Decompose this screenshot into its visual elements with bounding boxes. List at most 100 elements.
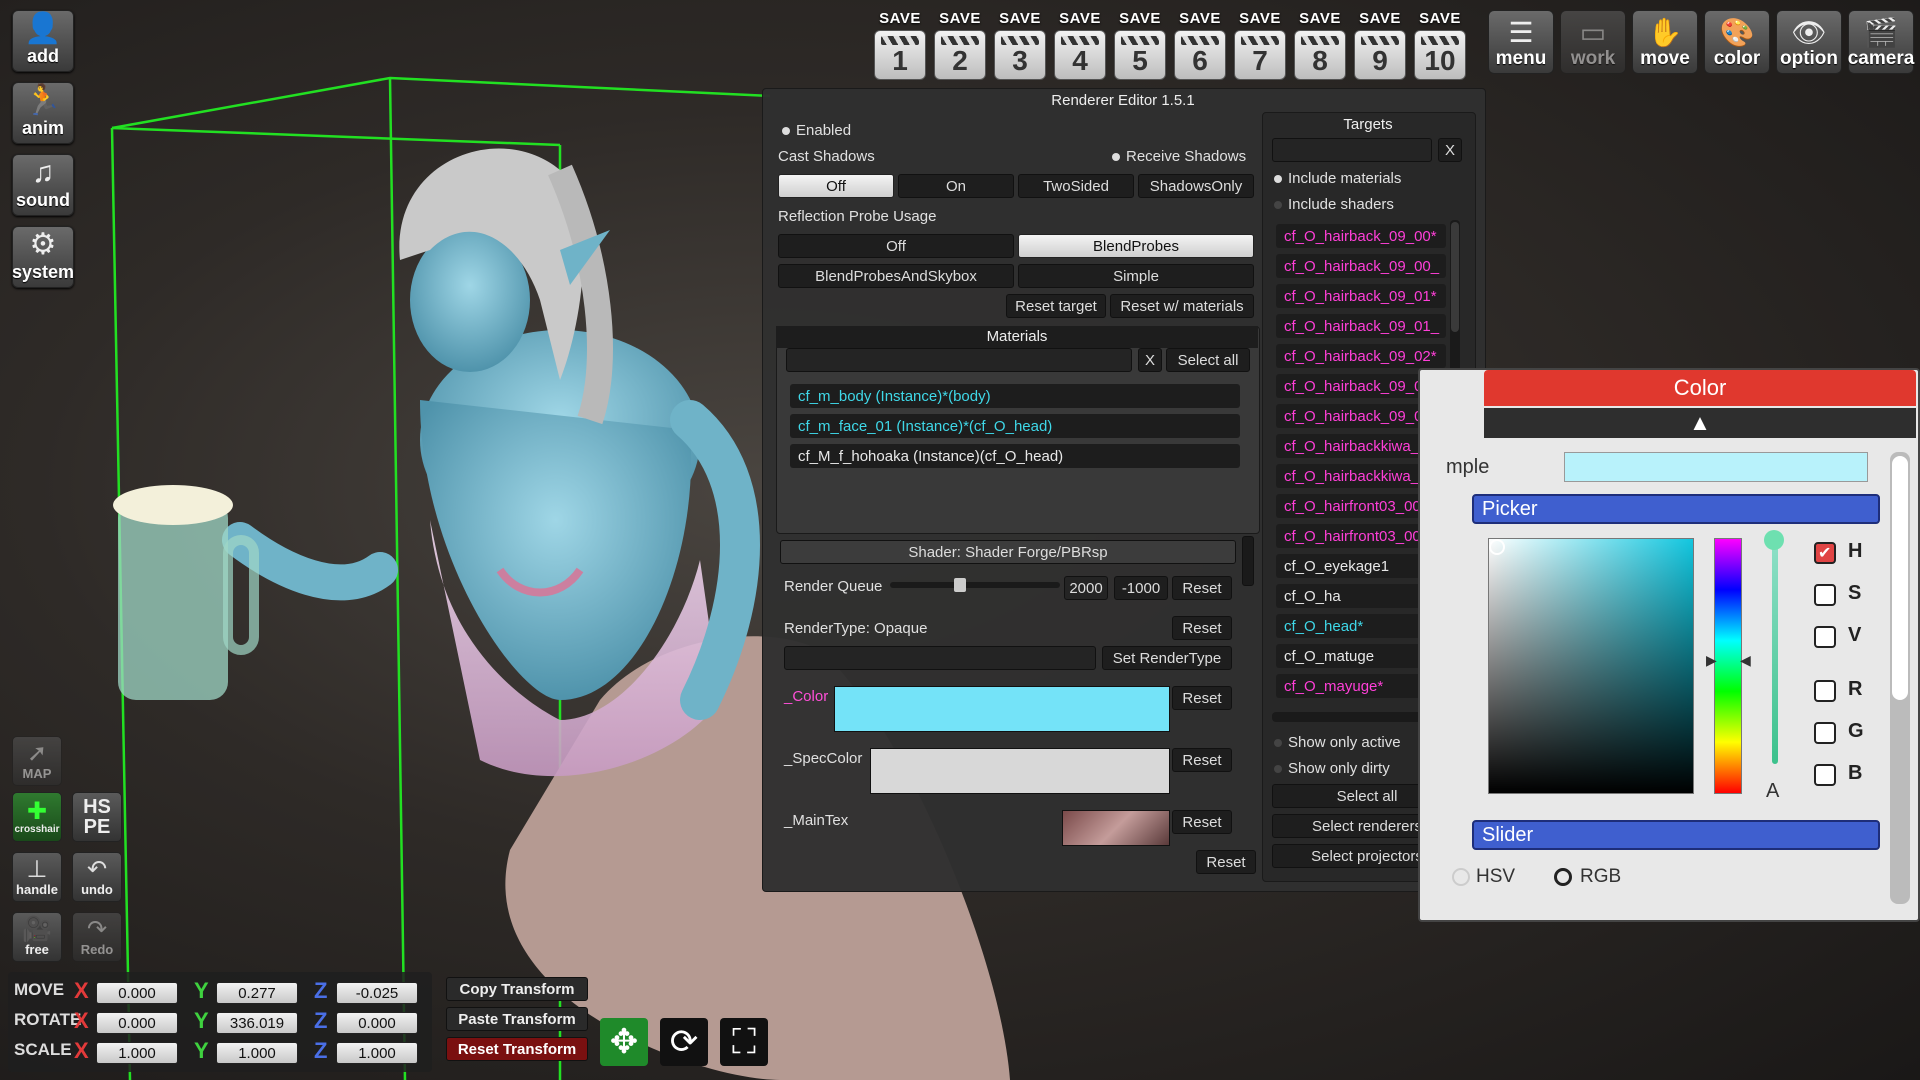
save-slot-6-button[interactable]: SAVE 6 [1174,10,1226,84]
targets-filter-input[interactable] [1272,138,1432,162]
receive-shadows-toggle[interactable]: Receive Shadows [1112,148,1246,165]
toolbar-anim-button[interactable]: 🏃 anim [12,82,74,144]
reset-target-button[interactable]: Reset target [1006,294,1106,318]
rotate-gizmo-button[interactable]: ⟳ [660,1018,708,1066]
rotate-z-input[interactable]: 0.000 [336,1012,418,1034]
render-queue-slider[interactable] [890,578,1060,592]
save-slot-2-button[interactable]: SAVE 2 [934,10,986,84]
spec-color-reset-button[interactable]: Reset [1172,748,1232,772]
color-reset-button[interactable]: Reset [1172,686,1232,710]
collapse-arrow-icon[interactable]: ▲ [1484,408,1916,438]
targets-clear-button[interactable]: X [1438,138,1462,162]
material-item[interactable]: cf_M_f_hohoaka (Instance)(cf_O_head) [790,444,1240,468]
target-item[interactable]: cf_O_hairback_09_01* [1276,284,1446,308]
shadow-on-button[interactable]: On [898,174,1014,198]
color-panel-scrollbar[interactable] [1890,452,1910,904]
rgb-mode-radio[interactable]: RGB [1554,866,1621,888]
materials-select-all-button[interactable]: Select all [1166,348,1250,372]
scale-z-input[interactable]: 1.000 [336,1042,418,1064]
top-menu-button[interactable]: ☰ menu [1488,10,1554,74]
crosshair-button[interactable]: ✚ crosshair [12,792,62,842]
color-property-swatch[interactable] [834,686,1170,732]
free-camera-button[interactable]: 🎥 free [12,912,62,962]
hsv-mode-radio[interactable]: HSV [1452,866,1515,888]
save-slot-1-button[interactable]: SAVE 1 [874,10,926,84]
shadow-only-button[interactable]: ShadowsOnly [1138,174,1254,198]
reflection-off-button[interactable]: Off [778,234,1014,258]
hue-strip[interactable] [1714,538,1742,794]
picker-section-header[interactable]: Picker [1472,494,1880,524]
shadow-twosided-button[interactable]: TwoSided [1018,174,1134,198]
top-camera-button[interactable]: 🎬 camera [1848,10,1914,74]
channel-g-checkbox[interactable] [1814,722,1836,744]
alpha-slider-handle[interactable] [1764,530,1784,550]
channel-v-checkbox[interactable] [1814,626,1836,648]
color-panel-scrollbar-thumb[interactable] [1892,456,1908,700]
saturation-value-field[interactable] [1488,538,1694,794]
toolbar-system-button[interactable]: ⚙ system [12,226,74,288]
reflection-blendprobes-skybox-button[interactable]: BlendProbesAndSkybox [778,264,1014,288]
targets-scrollbar-thumb[interactable] [1451,222,1459,332]
target-item[interactable]: cf_O_hairback_09_01_ [1276,314,1446,338]
alpha-slider[interactable] [1764,530,1784,764]
top-work-button[interactable]: ▭ work [1560,10,1626,74]
top-move-button[interactable]: ✋ move [1632,10,1698,74]
bottom-reset-button[interactable]: Reset [1196,850,1256,874]
redo-button[interactable]: ↷ Redo [72,912,122,962]
toolbar-sound-button[interactable]: ♫ sound [12,154,74,216]
render-type-input[interactable] [784,646,1096,670]
properties-scrollbar[interactable] [1242,536,1254,586]
targets-horizontal-scrollbar[interactable] [1272,712,1442,722]
target-item[interactable]: cf_O_hairback_09_00* [1276,224,1446,248]
shadow-off-button[interactable]: Off [778,174,894,198]
materials-filter-input[interactable] [786,348,1132,372]
move-z-input[interactable]: -0.025 [336,982,418,1004]
undo-button[interactable]: ↶ undo [72,852,122,902]
channel-s-checkbox[interactable] [1814,584,1836,606]
material-item[interactable]: cf_m_face_01 (Instance)*(cf_O_head) [790,414,1240,438]
hspe-button[interactable]: HS PE [72,792,122,842]
save-slot-8-button[interactable]: SAVE 8 [1294,10,1346,84]
materials-clear-button[interactable]: X [1138,348,1162,372]
reflection-simple-button[interactable]: Simple [1018,264,1254,288]
channel-r-checkbox[interactable] [1814,680,1836,702]
scale-x-input[interactable]: 1.000 [96,1042,178,1064]
save-slot-4-button[interactable]: SAVE 4 [1054,10,1106,84]
move-x-input[interactable]: 0.000 [96,982,178,1004]
channel-h-checkbox[interactable]: ✔ [1814,542,1836,564]
save-slot-3-button[interactable]: SAVE 3 [994,10,1046,84]
top-color-button[interactable]: 🎨 color [1704,10,1770,74]
save-slot-5-button[interactable]: SAVE 5 [1114,10,1166,84]
channel-b-checkbox[interactable] [1814,764,1836,786]
save-slot-10-button[interactable]: SAVE 10 [1414,10,1466,84]
scale-y-input[interactable]: 1.000 [216,1042,298,1064]
target-item[interactable]: cf_O_hairback_09_00_ [1276,254,1446,278]
render-queue-reset-button[interactable]: Reset [1172,576,1232,600]
set-render-type-button[interactable]: Set RenderType [1102,646,1232,670]
save-slot-9-button[interactable]: SAVE 9 [1354,10,1406,84]
rotate-x-input[interactable]: 0.000 [96,1012,178,1034]
copy-transform-button[interactable]: Copy Transform [446,977,588,1001]
render-queue-slider-handle[interactable] [954,578,966,592]
reset-transform-button[interactable]: Reset Transform [446,1037,588,1061]
target-item[interactable]: cf_O_hairback_09_02* [1276,344,1446,368]
main-texture-reset-button[interactable]: Reset [1172,810,1232,834]
top-option-button[interactable]: 👁 option [1776,10,1842,74]
main-texture-thumbnail[interactable] [1062,810,1170,846]
toolbar-add-button[interactable]: 👤 add [12,10,74,72]
paste-transform-button[interactable]: Paste Transform [446,1007,588,1031]
handle-button[interactable]: ⊥ handle [12,852,62,902]
enabled-toggle[interactable]: Enabled [782,122,851,139]
include-shaders-toggle[interactable]: Include shaders [1274,196,1394,213]
reflection-blendprobes-button[interactable]: BlendProbes [1018,234,1254,258]
rotate-y-input[interactable]: 336.019 [216,1012,298,1034]
include-materials-toggle[interactable]: Include materials [1274,170,1401,187]
show-only-dirty-toggle[interactable]: Show only dirty [1274,760,1390,777]
reset-with-materials-button[interactable]: Reset w/ materials [1110,294,1254,318]
save-slot-7-button[interactable]: SAVE 7 [1234,10,1286,84]
move-y-input[interactable]: 0.277 [216,982,298,1004]
render-type-reset-button[interactable]: Reset [1172,616,1232,640]
sv-picker-handle[interactable] [1489,539,1505,555]
spec-color-property-swatch[interactable] [870,748,1170,794]
show-only-active-toggle[interactable]: Show only active [1274,734,1401,751]
